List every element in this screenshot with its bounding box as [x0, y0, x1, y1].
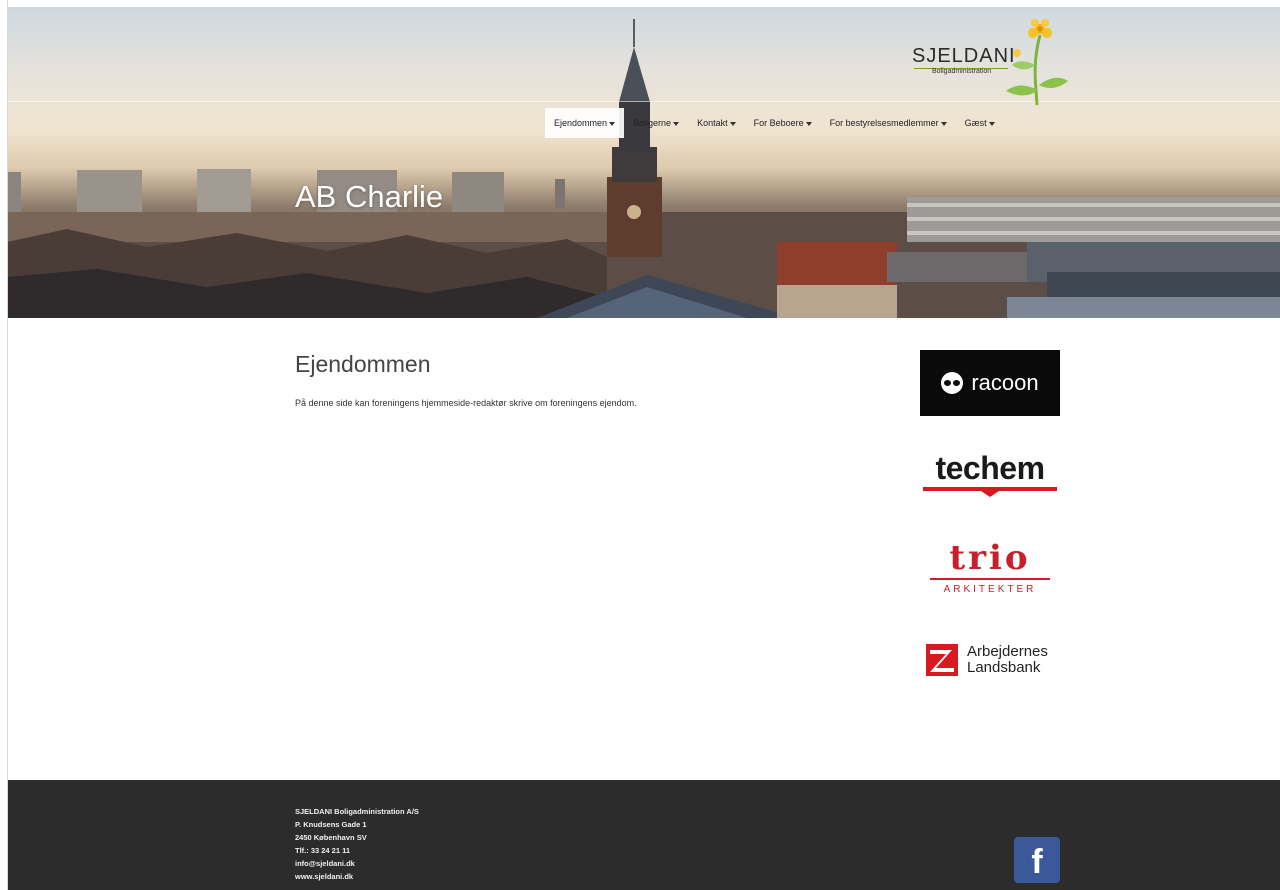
caret-down-icon — [729, 121, 736, 126]
trio-wordmark: trio — [949, 538, 1031, 578]
footer-web-link[interactable]: www.sjeldani.dk — [295, 870, 419, 883]
nav-label: For Beboere — [753, 118, 804, 128]
nav-kontakt[interactable]: Kontakt — [688, 108, 745, 138]
alb-line1: Arbejdernes — [967, 643, 1048, 660]
footer-address: SJELDANI Boligadministration A/S P. Knud… — [295, 805, 419, 883]
footer-city: 2450 København SV — [295, 833, 367, 842]
footer-email-link[interactable]: info@sjeldani.dk — [295, 857, 419, 870]
sjeldani-logo[interactable]: SJELDANI Boligadministration — [912, 15, 1072, 106]
nav-label: Kontakt — [697, 118, 728, 128]
page-title: Ejendommen — [295, 351, 431, 377]
caret-down-icon — [805, 121, 812, 126]
arbejdernes-landsbank-icon — [926, 644, 958, 676]
logo-name: SJELDANI — [912, 45, 1016, 67]
trio-subtitle: ARKITEKTER — [943, 584, 1037, 595]
footer-street: P. Knudsens Gade 1 — [295, 820, 367, 829]
caret-down-icon — [940, 121, 947, 126]
footer: SJELDANI Boligadministration A/S P. Knud… — [7, 780, 1280, 890]
sponsor-trio-logo[interactable]: trio ARKITEKTER — [920, 540, 1060, 600]
hero-title: AB Charlie — [295, 179, 444, 214]
facebook-icon[interactable]: f — [1014, 837, 1060, 883]
page-body-text: På denne side kan foreningens hjemmeside… — [295, 398, 637, 408]
footer-phone: Tlf.: 33 24 21 11 — [295, 846, 351, 855]
sponsor-techem-logo[interactable]: techem — [920, 450, 1060, 500]
nav-label: Gæst — [964, 118, 987, 128]
logo-tagline: Boligadministration — [932, 68, 992, 75]
nav-for-bestyrelsesmedlemmer[interactable]: For bestyrelsesmedlemmer — [821, 108, 956, 138]
nav-label: Boligerne — [633, 118, 672, 128]
alb-line2: Landsbank — [967, 659, 1041, 676]
caret-down-icon — [988, 121, 995, 126]
racoon-icon — [941, 372, 964, 394]
nav-label: For bestyrelsesmedlemmer — [829, 118, 939, 128]
techem-swoosh-icon — [923, 487, 1057, 497]
nav-ejendommen[interactable]: Ejendommen — [545, 108, 625, 138]
nav-boligerne[interactable]: Boligerne — [624, 108, 688, 138]
sponsor-arbejdernes-landsbank-logo[interactable]: Arbejdernes Landsbank — [920, 640, 1060, 680]
techem-wordmark: techem — [935, 450, 1045, 486]
footer-company: SJELDANI Boligadministration A/S — [295, 807, 419, 816]
sponsor-racoon-logo[interactable]: racoon — [920, 350, 1060, 416]
city-skyline-image — [7, 19, 1280, 318]
main-nav: Ejendommen Boligerne Kontakt For Beboere… — [545, 108, 1004, 138]
caret-down-icon — [673, 121, 680, 126]
caret-down-icon — [609, 121, 616, 126]
flower-icon — [1006, 19, 1068, 106]
racoon-wordmark: racoon — [971, 370, 1039, 395]
nav-for-beboere[interactable]: For Beboere — [745, 108, 821, 138]
hero-banner: SJELDANI Boligadministration Ejendommen … — [7, 7, 1280, 318]
nav-label: Ejendommen — [554, 118, 608, 128]
nav-gaest[interactable]: Gæst — [956, 108, 1004, 138]
